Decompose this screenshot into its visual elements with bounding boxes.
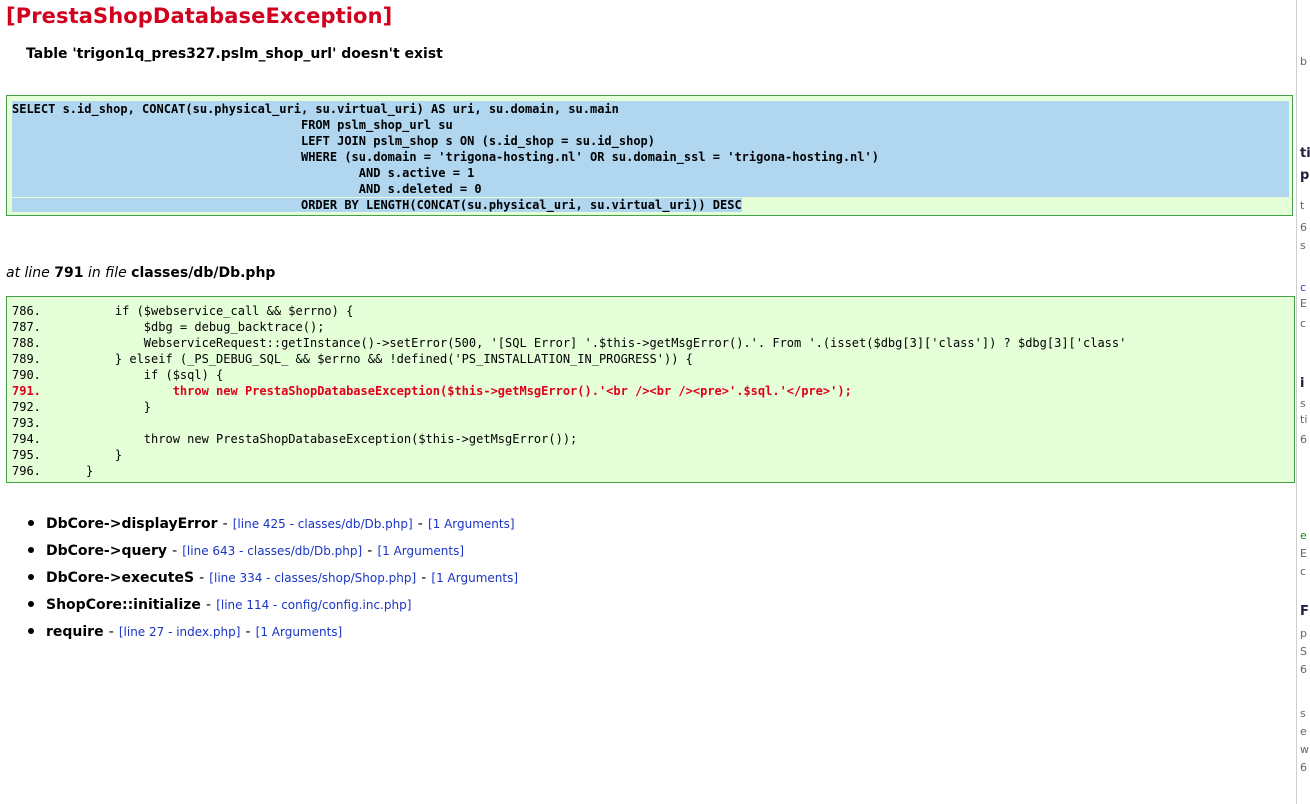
trace-function-name: require <box>46 624 104 640</box>
code-line-number: 795. <box>12 448 41 462</box>
trace-separator: - <box>206 597 212 613</box>
trace-arguments-link[interactable]: [1 Arguments] <box>431 571 518 585</box>
trace-separator: - <box>199 570 205 586</box>
bullet-icon <box>28 628 34 634</box>
source-code-box: 786. if ($webservice_call && $errno) {78… <box>6 296 1295 483</box>
location-line-number: 791 <box>54 265 84 281</box>
sql-line[interactable]: ORDER BY LENGTH(CONCAT(su.physical_uri, … <box>12 197 1289 213</box>
code-line-text: if ($webservice_call && $errno) { <box>86 304 354 318</box>
sql-line-text[interactable]: ORDER BY LENGTH(CONCAT(su.physical_uri, … <box>12 198 742 212</box>
trace-function-name: DbCore->displayError <box>46 516 218 532</box>
trace-location-link[interactable]: [line 425 - classes/db/Db.php] <box>233 517 413 531</box>
trace-separator: - <box>172 543 178 559</box>
trace-location-link[interactable]: [line 114 - config/config.inc.php] <box>216 598 411 612</box>
code-line: 788. WebserviceRequest::getInstance()->s… <box>12 335 1126 351</box>
code-line-number: 793. <box>12 416 41 430</box>
sql-line[interactable]: AND s.deleted = 0 <box>12 181 1289 197</box>
code-line-text: } <box>86 400 152 414</box>
code-line-text: $dbg = debug_backtrace(); <box>86 320 325 334</box>
code-line-number: 786. <box>12 304 41 318</box>
location-in-file: in file <box>87 265 127 281</box>
code-line: 792. } <box>12 399 1126 415</box>
stack-trace-list: DbCore->displayError - [line 425 - class… <box>28 513 518 648</box>
trace-separator: - <box>245 624 251 640</box>
trace-function-name: DbCore->query <box>46 543 167 559</box>
code-line: 786. if ($webservice_call && $errno) { <box>12 303 1126 319</box>
trace-location-link[interactable]: [line 643 - classes/db/Db.php] <box>182 544 362 558</box>
code-line-text: } <box>86 448 123 462</box>
sql-line[interactable]: LEFT JOIN pslm_shop s ON (s.id_shop = su… <box>12 133 1289 149</box>
sql-line[interactable]: SELECT s.id_shop, CONCAT(su.physical_uri… <box>12 101 1289 117</box>
sql-query-text[interactable]: SELECT s.id_shop, CONCAT(su.physical_uri… <box>12 101 1289 213</box>
trace-separator: - <box>222 516 228 532</box>
code-line-text: if ($sql) { <box>86 368 224 382</box>
code-line-number: 791. <box>12 384 41 398</box>
bullet-icon <box>28 574 34 580</box>
trace-separator: - <box>367 543 373 559</box>
code-line: 796.} <box>12 463 1126 479</box>
stack-trace-item: DbCore->query - [line 643 - classes/db/D… <box>28 540 518 567</box>
trace-arguments-link[interactable]: [1 Arguments] <box>377 544 464 558</box>
code-line-text: WebserviceRequest::getInstance()->setErr… <box>86 336 1127 350</box>
code-line: 787. $dbg = debug_backtrace(); <box>12 319 1126 335</box>
sql-line-text[interactable]: FROM pslm_shop_url su <box>12 117 1289 133</box>
trace-function-name: ShopCore::initialize <box>46 597 201 613</box>
code-line-number: 787. <box>12 320 41 334</box>
code-line-error: 791. throw new PrestaShopDatabaseExcepti… <box>12 383 1126 399</box>
trace-arguments-link[interactable]: [1 Arguments] <box>428 517 515 531</box>
code-line: 794. throw new PrestaShopDatabaseExcepti… <box>12 431 1126 447</box>
location-file-path: classes/db/Db.php <box>131 265 276 281</box>
trace-location-link[interactable]: [line 334 - classes/shop/Shop.php] <box>209 571 416 585</box>
bullet-icon <box>28 547 34 553</box>
sql-line-text[interactable]: WHERE (su.domain = 'trigona-hosting.nl' … <box>12 149 1289 165</box>
code-line-text: } elseif (_PS_DEBUG_SQL_ && $errno && !d… <box>86 352 693 366</box>
stack-trace-item: require - [line 27 - index.php] - [1 Arg… <box>28 621 518 648</box>
source-code-listing: 786. if ($webservice_call && $errno) {78… <box>12 303 1126 479</box>
stack-trace-item: ShopCore::initialize - [line 114 - confi… <box>28 594 518 621</box>
code-line-text: throw new PrestaShopDatabaseException($t… <box>86 432 578 446</box>
code-line-number: 788. <box>12 336 41 350</box>
location-prefix: at line <box>6 265 50 281</box>
code-line: 789. } elseif (_PS_DEBUG_SQL_ && $errno … <box>12 351 1126 367</box>
stack-trace-item: DbCore->executeS - [line 334 - classes/s… <box>28 567 518 594</box>
trace-separator: - <box>421 570 427 586</box>
code-line-number: 796. <box>12 464 41 478</box>
bullet-icon <box>28 601 34 607</box>
trace-arguments-link[interactable]: [1 Arguments] <box>256 625 343 639</box>
trace-location-link[interactable]: [line 27 - index.php] <box>119 625 241 639</box>
code-line-number: 789. <box>12 352 41 366</box>
code-line-number: 792. <box>12 400 41 414</box>
sql-line-text[interactable]: AND s.active = 1 <box>12 165 1289 181</box>
code-line: 790. if ($sql) { <box>12 367 1126 383</box>
bullet-icon <box>28 520 34 526</box>
code-line: 795. } <box>12 447 1126 463</box>
error-location: at line 791 in file classes/db/Db.php <box>6 265 275 281</box>
trace-function-name: DbCore->executeS <box>46 570 195 586</box>
code-line-number: 794. <box>12 432 41 446</box>
error-page: [PrestaShopDatabaseException] Table 'tri… <box>0 0 1310 804</box>
sql-line-text[interactable]: AND s.deleted = 0 <box>12 181 1289 197</box>
sql-line-text[interactable]: SELECT s.id_shop, CONCAT(su.physical_uri… <box>12 101 1289 117</box>
sql-line-text[interactable]: LEFT JOIN pslm_shop s ON (s.id_shop = su… <box>12 133 1289 149</box>
stack-trace-item: DbCore->displayError - [line 425 - class… <box>28 513 518 540</box>
sql-line[interactable]: AND s.active = 1 <box>12 165 1289 181</box>
exception-title: [PrestaShopDatabaseException] <box>6 4 393 28</box>
code-line-text: } <box>86 464 94 478</box>
exception-message: Table 'trigon1q_pres327.pslm_shop_url' d… <box>26 46 443 62</box>
code-line-number: 790. <box>12 368 41 382</box>
sql-line[interactable]: FROM pslm_shop_url su <box>12 117 1289 133</box>
code-line: 793. <box>12 415 1126 431</box>
trace-separator: - <box>108 624 114 640</box>
sql-line[interactable]: WHERE (su.domain = 'trigona-hosting.nl' … <box>12 149 1289 165</box>
background-window-edge: b ti p t 6 s c E c i s ti 6 e E c F p S … <box>1296 0 1310 804</box>
sql-query-box[interactable]: SELECT s.id_shop, CONCAT(su.physical_uri… <box>6 95 1293 216</box>
trace-separator: - <box>417 516 423 532</box>
code-line-text: throw new PrestaShopDatabaseException($t… <box>86 384 852 398</box>
